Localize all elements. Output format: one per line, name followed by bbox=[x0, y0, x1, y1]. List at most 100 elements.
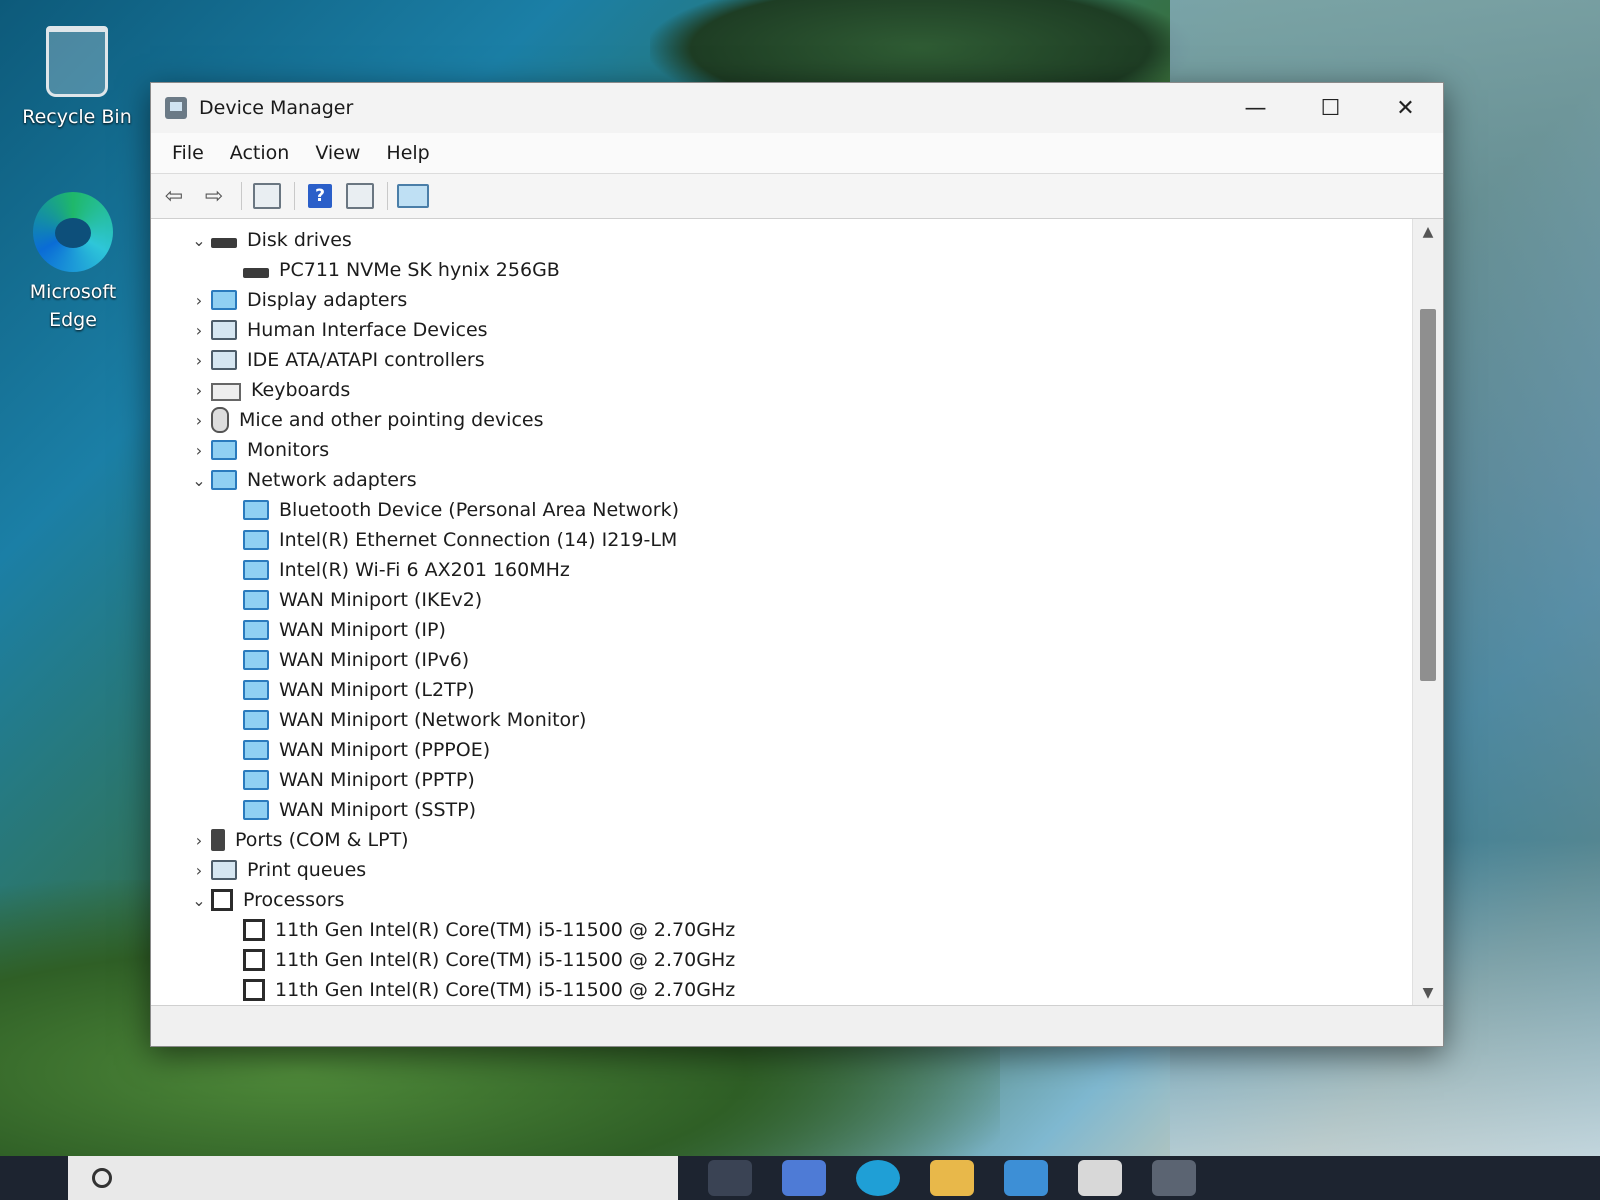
tree-category-row[interactable]: ⌄ Disk drives bbox=[151, 225, 1413, 255]
scroll-down-arrow-icon[interactable]: ▼ bbox=[1413, 980, 1443, 1006]
tree-item-label: Intel(R) Wi-Fi 6 AX201 160MHz bbox=[279, 559, 570, 581]
network-adapter-icon bbox=[243, 560, 269, 580]
tree-item-label: WAN Miniport (IP) bbox=[279, 619, 446, 641]
tree-item-label: 11th Gen Intel(R) Core(TM) i5-11500 @ 2.… bbox=[275, 979, 736, 1001]
tree-item-label: Ports (COM & LPT) bbox=[235, 829, 409, 851]
printer-icon bbox=[211, 860, 237, 880]
chevron-right-icon[interactable]: › bbox=[187, 831, 211, 850]
menu-action[interactable]: Action bbox=[217, 142, 303, 164]
desktop-icon-edge[interactable]: Microsoft Edge bbox=[18, 192, 128, 334]
copilot-icon[interactable] bbox=[782, 1160, 826, 1196]
show-hide-console-tree-button[interactable] bbox=[250, 180, 284, 212]
forward-arrow-icon[interactable]: ⇨ bbox=[197, 180, 231, 212]
tree-device-row[interactable]: 11th Gen Intel(R) Core(TM) i5-11500 @ 2.… bbox=[151, 945, 1413, 975]
tree-device-row[interactable]: WAN Miniport (PPPOE) bbox=[151, 735, 1413, 765]
chevron-right-icon[interactable]: › bbox=[187, 411, 211, 430]
edge-icon bbox=[33, 192, 113, 272]
status-bar bbox=[151, 1005, 1443, 1046]
tree-device-row[interactable]: WAN Miniport (PPTP) bbox=[151, 765, 1413, 795]
tree-item-label: Intel(R) Ethernet Connection (14) I219-L… bbox=[279, 529, 678, 551]
tree-item-label: PC711 NVMe SK hynix 256GB bbox=[279, 259, 560, 281]
tree-device-row[interactable]: WAN Miniport (L2TP) bbox=[151, 675, 1413, 705]
chevron-right-icon[interactable]: › bbox=[187, 321, 211, 340]
menu-help[interactable]: Help bbox=[373, 142, 442, 164]
tree-category-row[interactable]: › IDE ATA/ATAPI controllers bbox=[151, 345, 1413, 375]
tree-category-row[interactable]: › Human Interface Devices bbox=[151, 315, 1413, 345]
chevron-right-icon[interactable]: › bbox=[187, 291, 211, 310]
search-icon bbox=[92, 1168, 112, 1188]
display-adapter-icon bbox=[211, 290, 237, 310]
tree-category-row[interactable]: › Print queues bbox=[151, 855, 1413, 885]
disk-icon bbox=[243, 268, 269, 278]
network-adapter-icon bbox=[243, 620, 269, 640]
tree-item-label: Display adapters bbox=[247, 289, 408, 311]
minimize-button[interactable]: — bbox=[1218, 83, 1293, 133]
device-manager-taskbar-icon[interactable] bbox=[1152, 1160, 1196, 1196]
tree-device-row[interactable]: PC711 NVMe SK hynix 256GB bbox=[151, 255, 1413, 285]
tree-device-row[interactable]: Intel(R) Ethernet Connection (14) I219-L… bbox=[151, 525, 1413, 555]
tree-item-label: WAN Miniport (PPTP) bbox=[279, 769, 475, 791]
scrollbar-thumb[interactable] bbox=[1420, 309, 1436, 681]
tree-item-label: 11th Gen Intel(R) Core(TM) i5-11500 @ 2.… bbox=[275, 919, 736, 941]
tree-item-label: IDE ATA/ATAPI controllers bbox=[247, 349, 485, 371]
tree-category-row[interactable]: › Mice and other pointing devices bbox=[151, 405, 1413, 435]
tree-category-row[interactable]: › Ports (COM & LPT) bbox=[151, 825, 1413, 855]
tree-device-row[interactable]: Bluetooth Device (Personal Area Network) bbox=[151, 495, 1413, 525]
tree-category-row[interactable]: › Display adapters bbox=[151, 285, 1413, 315]
chevron-down-icon[interactable]: ⌄ bbox=[187, 471, 211, 490]
chevron-right-icon[interactable]: › bbox=[187, 351, 211, 370]
tree-device-row[interactable]: WAN Miniport (IKEv2) bbox=[151, 585, 1413, 615]
title-bar[interactable]: Device Manager — ☐ ✕ bbox=[151, 83, 1443, 133]
vertical-scrollbar[interactable]: ▲ ▼ bbox=[1412, 219, 1443, 1006]
ide-controller-icon bbox=[211, 350, 237, 370]
tree-item-label: Bluetooth Device (Personal Area Network) bbox=[279, 499, 680, 521]
edge-icon[interactable] bbox=[856, 1160, 900, 1196]
tree-device-row[interactable]: Intel(R) Wi-Fi 6 AX201 160MHz bbox=[151, 555, 1413, 585]
tree-device-row[interactable]: WAN Miniport (IPv6) bbox=[151, 645, 1413, 675]
store-icon[interactable] bbox=[1004, 1160, 1048, 1196]
chevron-right-icon[interactable]: › bbox=[187, 441, 211, 460]
tree-device-row[interactable]: WAN Miniport (IP) bbox=[151, 615, 1413, 645]
chevron-right-icon[interactable]: › bbox=[187, 861, 211, 880]
chevron-right-icon[interactable]: › bbox=[187, 381, 211, 400]
tree-device-row[interactable]: 11th Gen Intel(R) Core(TM) i5-11500 @ 2.… bbox=[151, 915, 1413, 945]
processor-icon bbox=[243, 949, 265, 971]
network-adapter-icon bbox=[243, 650, 269, 670]
hid-icon bbox=[211, 320, 237, 340]
tree-device-row[interactable]: 11th Gen Intel(R) Core(TM) i5-11500 @ 2.… bbox=[151, 975, 1413, 1005]
tree-item-label: WAN Miniport (PPPOE) bbox=[279, 739, 491, 761]
scan-hardware-button[interactable] bbox=[396, 180, 430, 212]
tree-category-row[interactable]: › Monitors bbox=[151, 435, 1413, 465]
taskbar-search-box[interactable] bbox=[68, 1156, 678, 1200]
tree-device-row[interactable]: WAN Miniport (Network Monitor) bbox=[151, 705, 1413, 735]
desktop-icon-recycle-bin[interactable]: Recycle Bin bbox=[22, 26, 132, 131]
menu-view[interactable]: View bbox=[302, 142, 373, 164]
desktop-icon-label: Recycle Bin bbox=[22, 106, 132, 128]
chevron-down-icon[interactable]: ⌄ bbox=[187, 231, 211, 250]
tree-device-row[interactable]: WAN Miniport (SSTP) bbox=[151, 795, 1413, 825]
tree-item-label: WAN Miniport (Network Monitor) bbox=[279, 709, 587, 731]
tree-item-label: Mice and other pointing devices bbox=[239, 409, 544, 431]
network-adapter-icon bbox=[243, 680, 269, 700]
tree-category-row[interactable]: › Keyboards bbox=[151, 375, 1413, 405]
maximize-button[interactable]: ☐ bbox=[1293, 83, 1368, 133]
chevron-down-icon[interactable]: ⌄ bbox=[187, 891, 211, 910]
help-button[interactable]: ? bbox=[303, 180, 337, 212]
help-icon: ? bbox=[308, 184, 332, 208]
keyboard-icon bbox=[211, 383, 241, 401]
tree-category-row[interactable]: ⌄ Network adapters bbox=[151, 465, 1413, 495]
file-explorer-icon[interactable] bbox=[930, 1160, 974, 1196]
close-button[interactable]: ✕ bbox=[1368, 83, 1443, 133]
task-view-icon[interactable] bbox=[708, 1160, 752, 1196]
mouse-icon bbox=[211, 407, 229, 433]
tree-item-label: Network adapters bbox=[247, 469, 417, 491]
back-arrow-icon[interactable]: ⇦ bbox=[157, 180, 191, 212]
port-icon bbox=[211, 829, 225, 851]
tree-category-row[interactable]: ⌄ Processors bbox=[151, 885, 1413, 915]
processor-icon bbox=[243, 919, 265, 941]
properties-button[interactable] bbox=[343, 180, 377, 212]
menu-bar: File Action View Help bbox=[151, 133, 1443, 173]
scroll-up-arrow-icon[interactable]: ▲ bbox=[1413, 219, 1443, 245]
mail-icon[interactable] bbox=[1078, 1160, 1122, 1196]
menu-file[interactable]: File bbox=[159, 142, 217, 164]
